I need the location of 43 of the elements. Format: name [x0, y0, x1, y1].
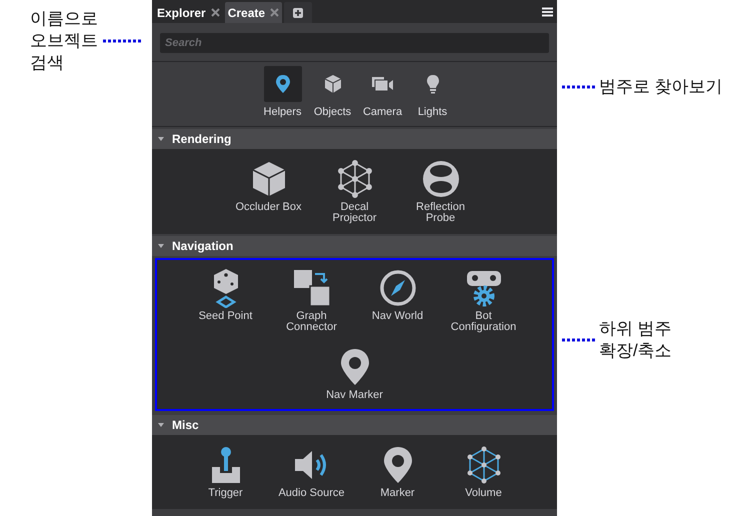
caret-down-icon — [158, 136, 164, 142]
cube-icon — [322, 74, 342, 94]
section-header[interactable]: Rendering — [152, 129, 557, 149]
tab-label: Explorer — [157, 4, 206, 22]
create-item[interactable]: Volume — [440, 445, 526, 499]
search-field[interactable]: Search — [160, 33, 549, 53]
plus-icon — [293, 8, 304, 18]
annotation-text: 범주로 찾아보기 — [599, 76, 723, 98]
section-title: Rendering — [172, 131, 232, 148]
create-item[interactable]: Trigger — [182, 445, 268, 499]
dotted-leader-line — [561, 85, 595, 89]
menu-icon[interactable] — [542, 7, 553, 17]
close-icon[interactable] — [210, 8, 220, 17]
caret-down-icon — [158, 422, 164, 428]
caret-down-icon — [158, 244, 164, 248]
tab-label: Create — [228, 4, 266, 22]
create-item[interactable]: Bot Configuration — [440, 268, 526, 333]
create-item[interactable]: Audio Source — [268, 445, 354, 499]
category-button[interactable]: Camera — [364, 66, 402, 126]
squares-icon — [292, 268, 332, 308]
create-item[interactable]: Nav Marker — [312, 347, 398, 401]
create-item[interactable]: Graph Connector — [268, 268, 354, 333]
annotation-text: 하위 범주 확장/축소 — [599, 318, 672, 362]
section-header[interactable]: Misc — [152, 415, 557, 435]
dotted-leader-line — [102, 39, 142, 43]
sphere-icon — [420, 159, 460, 199]
create-item[interactable]: Nav World — [354, 268, 440, 333]
add-tab-button[interactable] — [284, 2, 312, 23]
compass-icon — [378, 268, 418, 308]
annotation-text: 이름으로 오브젝트 검색 — [30, 8, 98, 74]
create-item[interactable]: Reflection Probe — [398, 159, 484, 224]
category-button[interactable]: Objects — [314, 66, 352, 126]
section-title: Misc — [172, 417, 199, 434]
section-title: Navigation — [172, 238, 234, 255]
tab[interactable]: Create — [224, 2, 282, 23]
create-item[interactable]: Marker — [354, 445, 440, 499]
create-item[interactable]: Decal Projector — [312, 159, 398, 224]
create-item[interactable]: Occluder Box — [226, 159, 312, 224]
category-button[interactable]: Lights — [414, 66, 452, 126]
section-header[interactable]: Navigation — [152, 236, 557, 256]
dotted-leader-line — [561, 338, 595, 342]
create-item[interactable]: Seed Point — [182, 268, 268, 333]
close-icon[interactable] — [270, 8, 280, 17]
